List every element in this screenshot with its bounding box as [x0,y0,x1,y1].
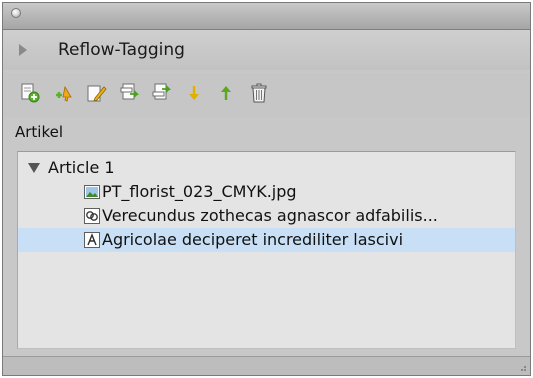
tag-item-icon [120,83,140,100]
arrow-down-icon [189,86,199,100]
edit-item-icon [87,85,107,102]
panel-title: Reflow-Tagging [58,40,185,60]
article-tree: Article 1 PT_florist_023_CMYK.jpg Verecu… [17,151,516,349]
panel-titlebar[interactable] [3,3,530,30]
add-item-button[interactable] [53,82,75,104]
linked-text-icon [84,208,100,224]
trash-icon [251,83,267,103]
new-article-icon [21,83,40,103]
tree-row-image[interactable]: PT_florist_023_CMYK.jpg [18,180,515,204]
image-icon [84,184,100,200]
article-label: Article 1 [48,158,115,177]
toolbar [3,73,530,117]
item-label: Verecundus zothecas agnascor adfabilis..… [102,206,438,225]
tag-item-button[interactable] [118,82,140,104]
add-item-icon [56,85,72,102]
edit-item-button[interactable] [86,82,108,104]
expand-triangle-icon[interactable] [19,44,27,56]
item-label: Agricolae deciperet incrediliter lascivi [102,230,404,249]
section-label-artikel: Artikel [15,123,64,141]
move-up-button[interactable] [215,82,237,104]
text-frame-icon [84,232,100,248]
panel-header: Reflow-Tagging [3,30,530,70]
close-panel-button[interactable] [11,8,21,18]
resize-grip-icon[interactable] [517,362,527,372]
tag-item-alt-button[interactable] [150,82,172,104]
tag-item-alt-icon [152,83,172,100]
disclosure-triangle-icon[interactable] [28,163,40,173]
tree-row-text-frame[interactable]: Agricolae deciperet incrediliter lascivi [18,228,515,252]
move-down-button[interactable] [183,82,205,104]
item-label: PT_florist_023_CMYK.jpg [102,182,297,201]
arrow-up-icon [221,86,231,100]
new-article-button[interactable] [19,82,41,104]
tree-row-linked-text[interactable]: Verecundus zothecas agnascor adfabilis..… [18,204,515,228]
reflow-tagging-panel: Reflow-Tagging Artikel Article 1 PT_flor… [2,2,531,376]
delete-button[interactable] [248,82,270,104]
tree-row-article[interactable]: Article 1 [18,156,515,180]
panel-bottom-bar [3,356,530,375]
